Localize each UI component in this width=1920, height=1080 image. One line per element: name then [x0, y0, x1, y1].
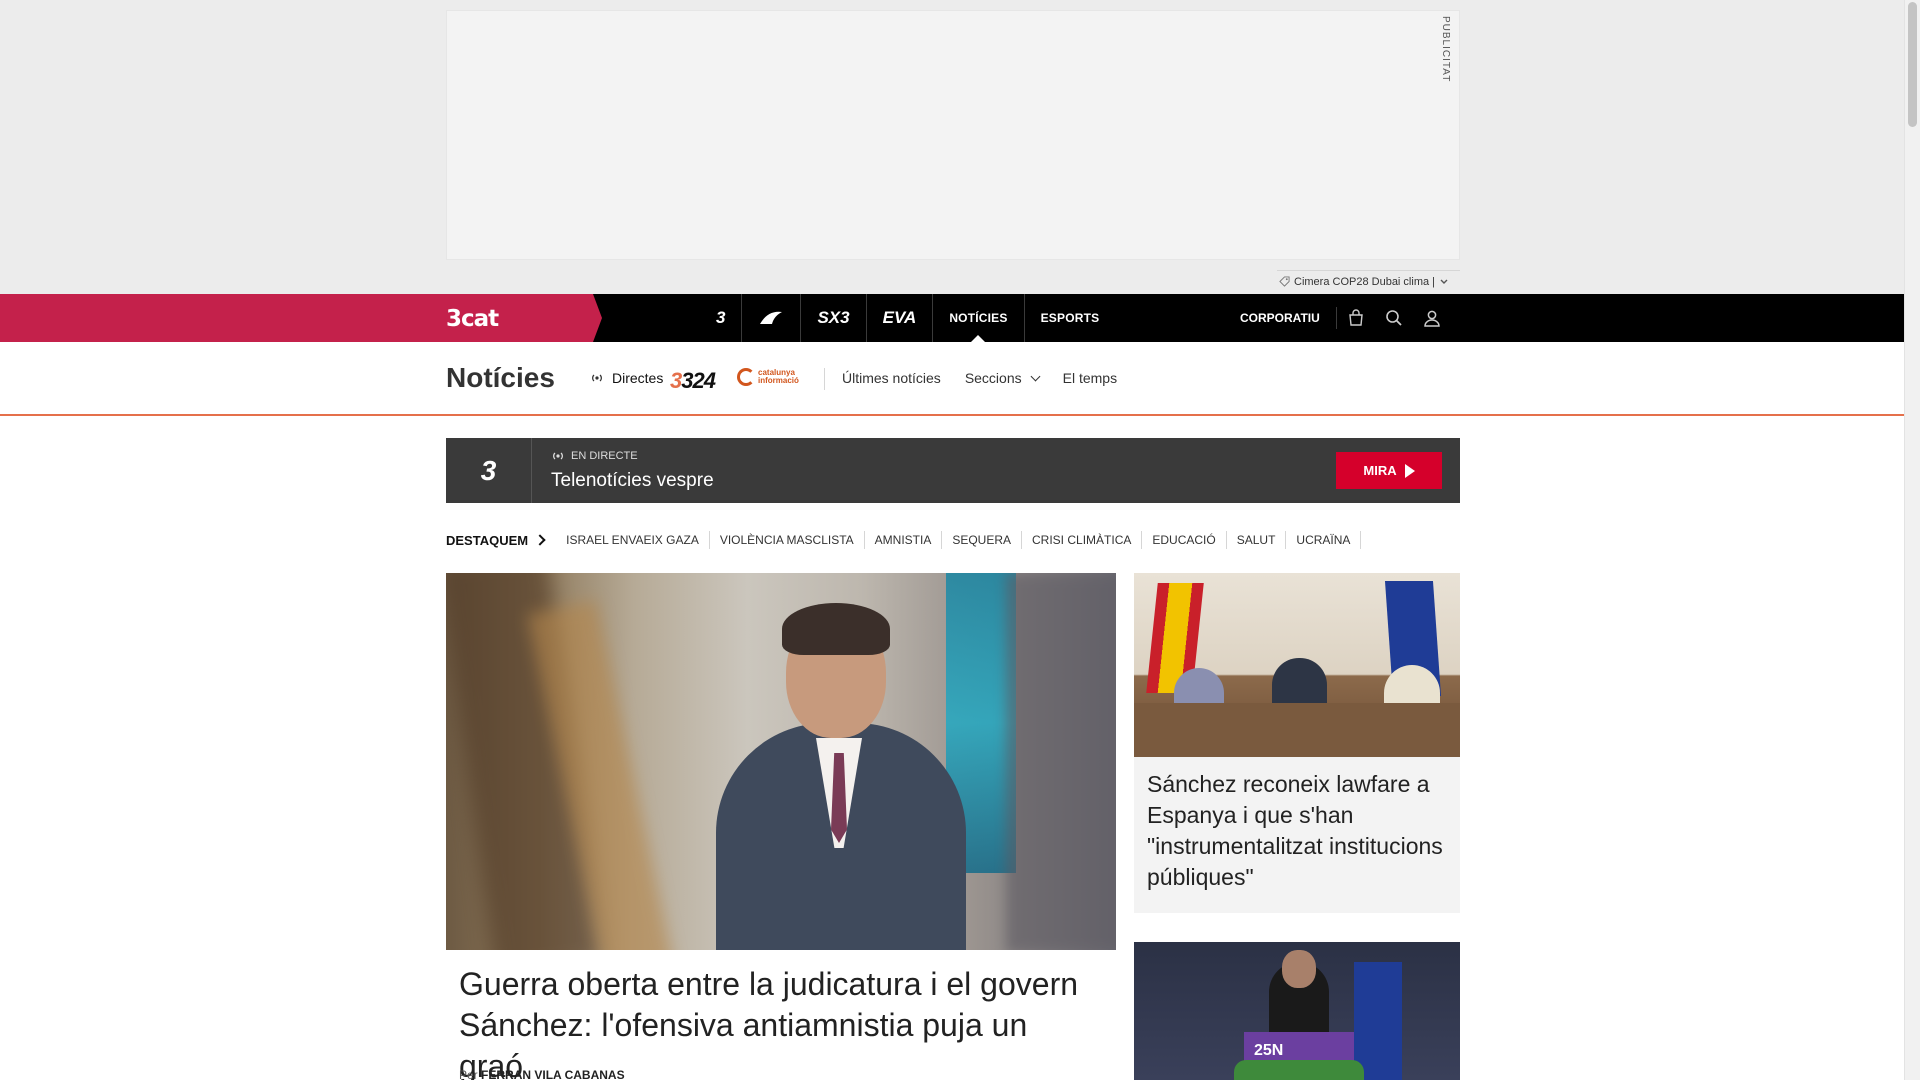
catalunya-informacio-logo[interactable]: catalunya informació	[737, 368, 799, 386]
topic-link[interactable]: CRISI CLIMÀTICA	[1022, 531, 1143, 549]
ad-slot[interactable]	[446, 10, 1460, 260]
ad-band: PUBLICITAT Cimera COP28 Dubai clima |	[0, 0, 1904, 294]
ad-tag[interactable]: Cimera COP28 Dubai clima |	[1277, 270, 1460, 292]
live-banner[interactable]: 3 EN DIRECTE Telenotícies vespre MIRA	[446, 438, 1460, 503]
section-links: Últimes notícies Seccions El temps	[842, 370, 1117, 386]
sections-menu[interactable]: Seccions	[964, 370, 1041, 386]
topic-link[interactable]: SEQUERA	[942, 531, 1023, 549]
side-article-image[interactable]	[1134, 573, 1460, 757]
channel-324-logo[interactable]: 3324	[670, 368, 716, 394]
live-tag: EN DIRECTE	[551, 450, 638, 462]
side-article-2-image[interactable]: 25N	[1134, 942, 1460, 1080]
tag-icon	[1279, 276, 1290, 287]
topic-link[interactable]: UCRAÏNA	[1286, 531, 1362, 549]
channel-eva[interactable]: EVA	[867, 294, 934, 342]
section-title[interactable]: Notícies	[446, 362, 555, 394]
shopping-bag-icon	[1349, 309, 1363, 326]
ad-label: PUBLICITAT	[1440, 16, 1451, 83]
image-sign: 25N	[1254, 1042, 1284, 1059]
channel-nav: 3 SX3 EVA NOTÍCIES ESPORTS	[700, 294, 1115, 342]
ad-tag-text: Cimera COP28 Dubai clima |	[1294, 275, 1436, 288]
topics-lead-label: DESTAQUEM	[446, 532, 529, 548]
channel-esports[interactable]: ESPORTS	[1025, 294, 1116, 342]
corporate-link[interactable]: CORPORATIU	[1240, 307, 1337, 329]
topic-link[interactable]: EDUCACIÓ	[1142, 531, 1227, 549]
channel-noticies[interactable]: NOTÍCIES	[933, 294, 1025, 342]
user-button[interactable]	[1413, 294, 1451, 342]
scrollbar[interactable]	[1904, 0, 1920, 1080]
brand-logo[interactable]: 3cat	[446, 306, 499, 332]
broadcast-icon	[553, 452, 563, 460]
watch-button[interactable]: MIRA	[1336, 452, 1442, 489]
main-article-image[interactable]	[446, 573, 1116, 950]
topic-link[interactable]: ISRAEL ENVAEIX GAZA	[556, 531, 710, 549]
search-button[interactable]	[1375, 294, 1413, 342]
play-icon	[1404, 463, 1415, 478]
live-link-label: Directes	[612, 370, 664, 386]
section-nav: Notícies Directes 3324 catalunya informac…	[0, 342, 1904, 416]
watch-button-label: MIRA	[1363, 463, 1397, 478]
chevron-down-icon	[1440, 279, 1448, 284]
channel-noticies-label: NOTÍCIES	[949, 311, 1008, 325]
top-bar: 3cat 3 SX3 EVA NOTÍCIES ESPORTS CORPORAT…	[0, 294, 1904, 342]
ci-circle-icon	[737, 368, 755, 386]
page: PUBLICITAT Cimera COP28 Dubai clima | 3c…	[0, 0, 1920, 1080]
topic-link[interactable]: VIOLÈNCIA MASCLISTA	[710, 531, 865, 549]
shop-button[interactable]	[1337, 294, 1375, 342]
divider	[824, 368, 825, 390]
main-article-headline[interactable]: Guerra oberta entre la judicatura i el g…	[459, 964, 1099, 1080]
user-icon	[1424, 310, 1440, 327]
topic-link[interactable]: SALUT	[1227, 531, 1287, 549]
ci-line2: informació	[758, 376, 799, 385]
side-article-headline[interactable]: Sánchez reconeix lawfare a Espanya i que…	[1147, 769, 1447, 893]
highlighted-topics: DESTAQUEM ISRAEL ENVAEIX GAZA VIOLÈNCIA …	[446, 530, 1362, 550]
tv3-logo: 3	[446, 438, 532, 503]
live-link[interactable]: Directes	[590, 370, 663, 386]
broadcast-icon	[592, 374, 602, 382]
search-icon	[1385, 310, 1402, 326]
topics-lead[interactable]: DESTAQUEM	[446, 533, 556, 548]
sx3-logo: SX3	[817, 308, 850, 327]
weather-link[interactable]: El temps	[1063, 370, 1117, 386]
tv3-logo: 3	[716, 308, 726, 327]
byline-author[interactable]: FERRAN VILA CABANAS	[481, 1068, 625, 1080]
brand-zone	[0, 294, 602, 342]
channel-esports-label: ESPORTS	[1040, 311, 1100, 325]
scrollbar-thumb[interactable]	[1908, 2, 1917, 127]
catradio-logo	[760, 311, 783, 324]
byline-prefix: Per	[459, 1068, 478, 1080]
eva-logo: EVA	[882, 308, 917, 327]
side-article-card[interactable]: Sánchez reconeix lawfare a Espanya i que…	[1134, 573, 1460, 913]
topbar-right: CORPORATIU	[1240, 294, 1451, 342]
latest-news-link[interactable]: Últimes notícies	[842, 370, 941, 386]
channel-sx3[interactable]: SX3	[801, 294, 867, 342]
sections-menu-label: Seccions	[964, 370, 1022, 386]
ci-text: catalunya informació	[758, 369, 799, 385]
program-title: Telenotícies vespre	[551, 470, 714, 491]
channel-catradio[interactable]	[742, 294, 802, 342]
live-tag-label: EN DIRECTE	[571, 450, 638, 462]
channel-324-label: 324	[681, 368, 716, 393]
chevron-right-icon	[534, 534, 546, 546]
channel-tv3[interactable]: 3	[700, 294, 743, 342]
chevron-down-icon	[1030, 371, 1041, 382]
topic-link[interactable]: AMNISTIA	[865, 531, 943, 549]
main-article-byline: Per FERRAN VILA CABANAS	[459, 1068, 625, 1080]
